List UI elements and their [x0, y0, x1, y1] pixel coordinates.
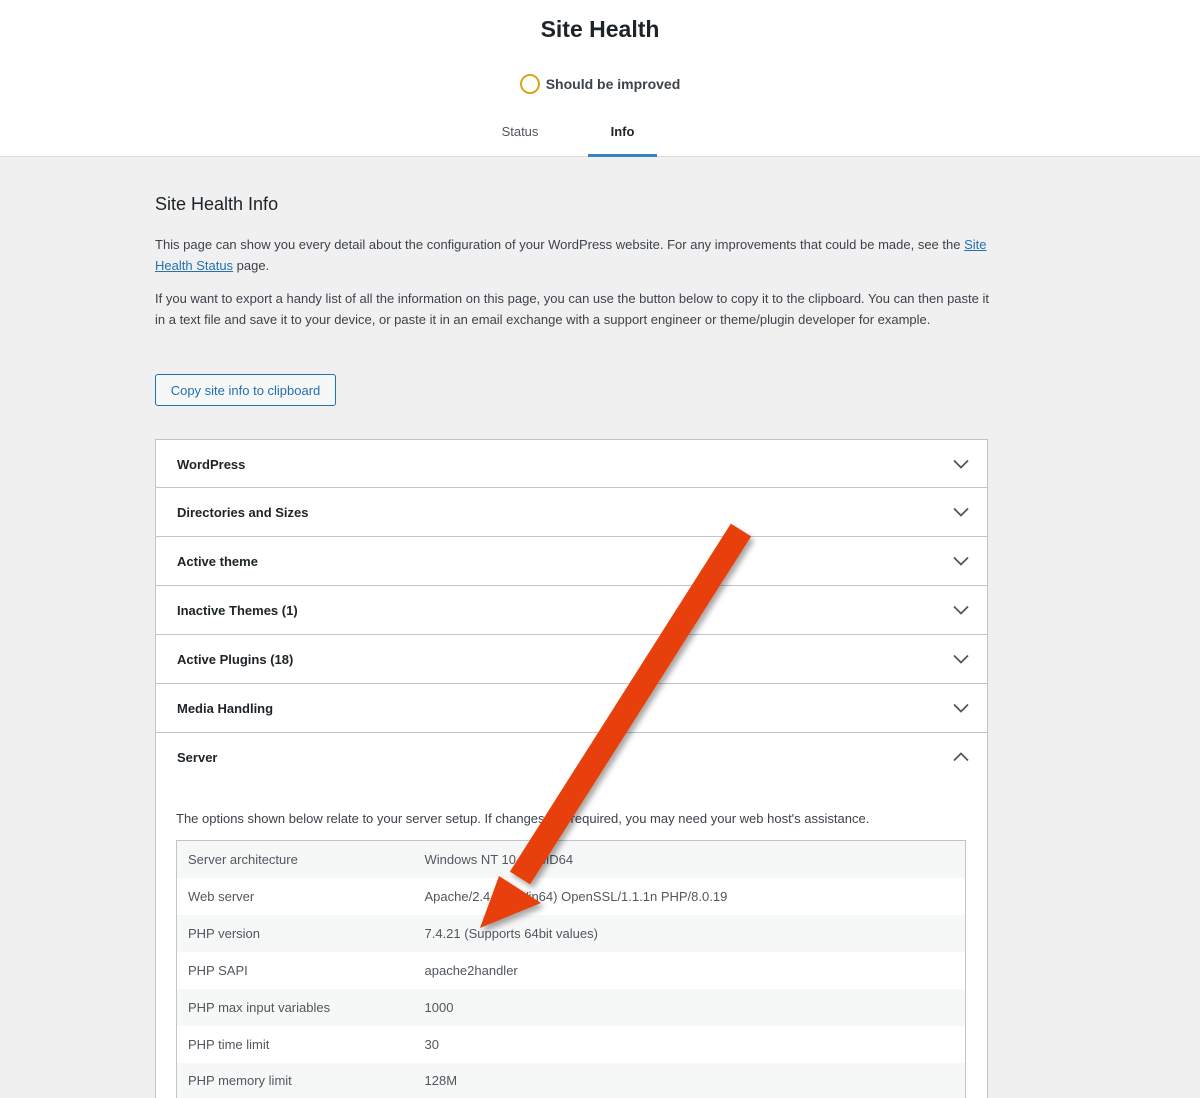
accordion-label: Inactive Themes (1) — [177, 603, 298, 618]
accordion-item-server: Server The options shown below relate to… — [156, 733, 987, 1098]
accordion-label: Directories and Sizes — [177, 505, 309, 520]
chevron-down-icon — [953, 459, 969, 469]
chevron-down-icon — [953, 654, 969, 664]
accordion-item-media-handling[interactable]: Media Handling — [156, 684, 987, 733]
table-row: PHP memory limit 128M — [176, 1062, 966, 1098]
row-key: PHP version — [176, 914, 414, 952]
row-key: PHP SAPI — [188, 962, 248, 978]
chevron-down-icon — [953, 605, 969, 615]
tab-status[interactable]: Status — [484, 110, 556, 157]
intro-text: This page can show you every detail abou… — [155, 237, 965, 252]
table-row: PHP time limit 30 — [177, 1026, 966, 1063]
accordion-header-server[interactable]: Server — [156, 733, 987, 783]
table-row: PHP SAPI apache2handler — [177, 952, 966, 989]
status-label: Should be improved — [545, 76, 681, 92]
accordion-label: Active theme — [177, 554, 258, 569]
accordion-label: Media Handling — [177, 701, 274, 716]
accordion-item-active-plugins[interactable]: Active Plugins (18) — [156, 635, 987, 684]
row-key: Server architecture — [176, 840, 414, 878]
site-health-header: Site Health Should be improved Status In… — [0, 0, 1200, 157]
health-status: Should be improved — [0, 74, 1200, 94]
table-row: PHP max input variables 1000 — [176, 988, 966, 1026]
tab-bar: Status Info — [0, 110, 1200, 157]
table-row: PHP version 7.4.21 (Supports 64bit value… — [176, 914, 966, 952]
section-title: Site Health Info — [155, 194, 279, 214]
row-key: PHP time limit — [188, 1036, 270, 1052]
row-value: 128M — [413, 1062, 966, 1098]
row-value: apache2handler — [424, 962, 518, 978]
chevron-down-icon — [953, 556, 969, 566]
accordion-item-wordpress[interactable]: WordPress — [156, 440, 987, 488]
table-row: Server architecture Windows NT 10.0 AMD6… — [176, 840, 966, 878]
export-paragraph: If you want to export a handy list of al… — [155, 291, 989, 327]
chevron-down-icon — [953, 507, 969, 517]
row-value: 30 — [424, 1036, 439, 1052]
row-value: Apache/2.4.53 (Win64) OpenSSL/1.1.1n PHP… — [424, 888, 728, 904]
accordion-label: Active Plugins (18) — [177, 652, 294, 667]
intro-text-end: page. — [233, 257, 270, 273]
row-key: Web server — [188, 888, 255, 904]
status-circle-icon — [519, 74, 540, 94]
row-key: PHP max input variables — [176, 988, 414, 1026]
row-value: 7.4.21 (Supports 64bit values) — [413, 914, 966, 952]
row-key: PHP memory limit — [176, 1062, 414, 1098]
intro-paragraph: This page can show you every detail abou… — [155, 235, 995, 276]
accordion-item-inactive-themes[interactable]: Inactive Themes (1) — [156, 586, 987, 635]
info-accordion: WordPress Directories and Sizes Active t… — [155, 439, 988, 1098]
chevron-down-icon — [953, 703, 969, 713]
accordion-label: Server — [177, 750, 218, 765]
server-info-table: Server architecture Windows NT 10.0 AMD6… — [176, 840, 966, 1098]
chevron-up-icon — [953, 752, 969, 762]
copy-site-info-button[interactable]: Copy site info to clipboard — [155, 374, 336, 406]
page-title: Site Health — [540, 16, 660, 42]
accordion-item-active-theme[interactable]: Active theme — [156, 537, 987, 586]
table-row: Web server Apache/2.4.53 (Win64) OpenSSL… — [177, 878, 966, 915]
accordion-label: WordPress — [177, 457, 246, 472]
accordion-item-directories[interactable]: Directories and Sizes — [156, 488, 987, 537]
tab-info[interactable]: Info — [588, 110, 657, 157]
row-value: 1000 — [413, 988, 966, 1026]
accordion-body-server: The options shown below relate to your s… — [156, 783, 987, 1098]
server-description: The options shown below relate to your s… — [176, 811, 870, 826]
row-value: Windows NT 10.0 AMD64 — [413, 840, 966, 878]
